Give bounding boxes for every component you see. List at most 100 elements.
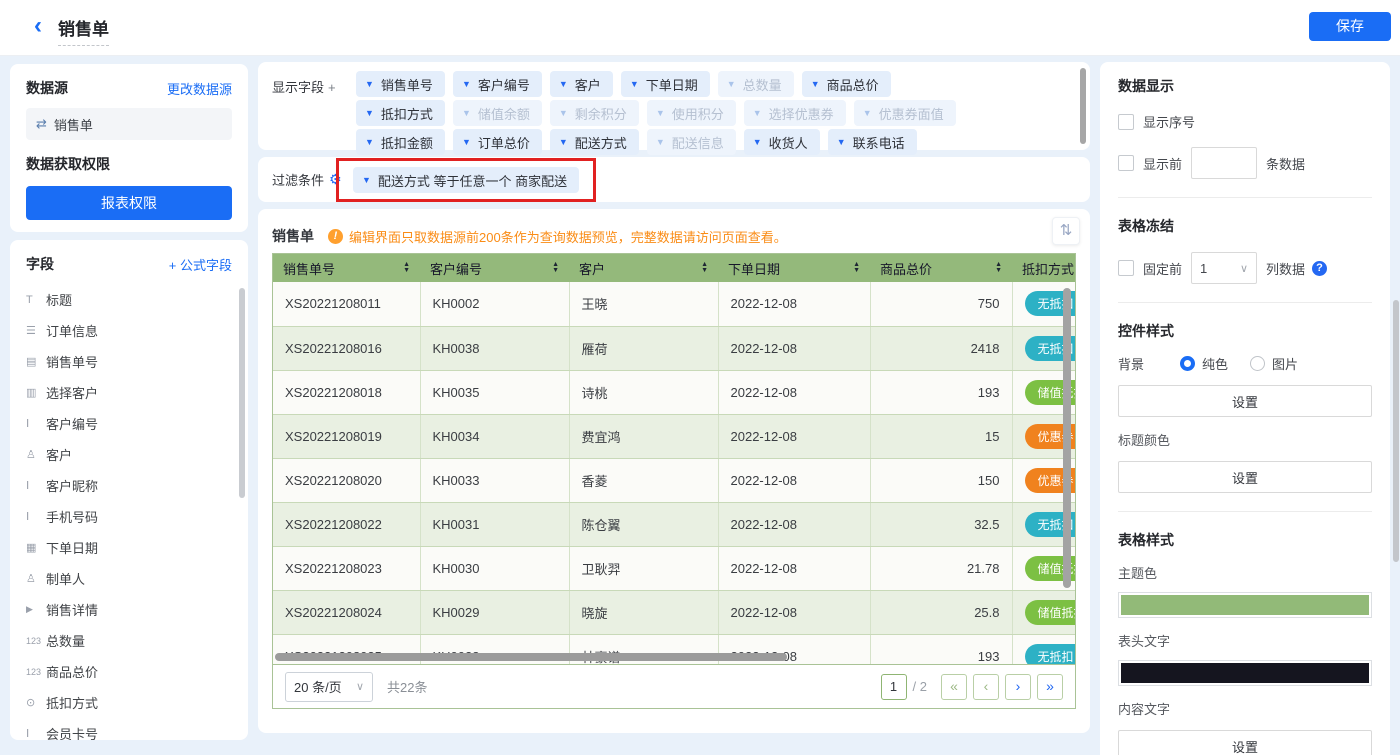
field-chip[interactable]: 联系电话 — [828, 129, 917, 155]
field-item-title[interactable]: T标题 — [26, 284, 232, 315]
page-title[interactable]: 销售单 — [58, 15, 109, 46]
field-chip[interactable]: 储值余额 — [453, 100, 542, 126]
field-list: T标题 ☰订单信息 ▤销售单号 ▥选择客户 Ⅰ客户编号 ♙客户 Ⅰ客户昵称 Ⅰ手… — [26, 284, 232, 740]
field-chip[interactable]: 商品总价 — [802, 71, 891, 97]
field-item-order-info[interactable]: ☰订单信息 — [26, 315, 232, 346]
theme-color-swatch[interactable] — [1118, 592, 1372, 618]
field-chip[interactable]: 总数量 — [718, 71, 794, 97]
cell-total: 25.8 — [870, 590, 1012, 634]
freeze-prefix-label: 固定前 — [1143, 259, 1182, 278]
field-item-order-date[interactable]: ▦下单日期 — [26, 532, 232, 563]
add-field-button[interactable]: + — [328, 80, 336, 95]
prev-page-button[interactable] — [973, 674, 999, 700]
field-item-sale-detail[interactable]: ▶销售详情 — [26, 594, 232, 625]
field-chip[interactable]: 下单日期 — [621, 71, 710, 97]
sort-icon[interactable] — [701, 262, 708, 274]
filter-condition-chip[interactable]: 配送方式 等于任意一个 商家配送 — [353, 167, 579, 193]
filter-highlight-box: 配送方式 等于任意一个 商家配送 — [336, 158, 596, 202]
datasource-item[interactable]: 销售单 — [26, 108, 232, 140]
cell-customer-no: KH0038 — [420, 326, 569, 370]
fields-scrollbar[interactable] — [239, 288, 245, 498]
table-horizontal-scrollbar[interactable] — [275, 653, 787, 661]
field-chip[interactable]: 客户编号 — [453, 71, 542, 97]
field-item-member-card[interactable]: Ⅰ会员卡号 — [26, 718, 232, 740]
warning-text: 编辑界面只取数据源前200条作为查询数据预览，完整数据请访问页面查看。 — [349, 227, 787, 246]
field-item-select-customer[interactable]: ▥选择客户 — [26, 377, 232, 408]
table-vertical-scrollbar[interactable] — [1063, 288, 1071, 588]
cell-customer-no: KH0034 — [420, 414, 569, 458]
chip-label: 使用积分 — [672, 104, 724, 123]
field-chip[interactable]: 配送方式 — [550, 129, 639, 155]
page-size-select[interactable]: 20 条/页 — [285, 672, 373, 702]
column-header[interactable]: 商品总价 — [870, 254, 1012, 282]
calendar-icon: ▦ — [26, 541, 46, 554]
field-chip[interactable]: 使用积分 — [647, 100, 736, 126]
field-chip[interactable]: 配送信息 — [647, 129, 736, 155]
field-item-order-no[interactable]: ▤销售单号 — [26, 346, 232, 377]
back-icon[interactable] — [26, 13, 50, 41]
field-chip[interactable]: 抵扣方式 — [356, 100, 445, 126]
field-chip[interactable]: 剩余积分 — [550, 100, 639, 126]
field-chip[interactable]: 优惠券面值 — [854, 100, 956, 126]
column-header[interactable]: 客户 — [569, 254, 718, 282]
panel-scrollbar[interactable] — [1393, 300, 1399, 562]
chip-label: 联系电话 — [853, 133, 905, 152]
image-radio[interactable] — [1250, 356, 1265, 371]
field-chip[interactable]: 抵扣金额 — [356, 129, 445, 155]
field-item-creator[interactable]: ♙制单人 — [26, 563, 232, 594]
last-page-button[interactable] — [1037, 674, 1063, 700]
column-header[interactable]: 销售单号 — [273, 254, 420, 282]
sort-icon[interactable] — [403, 262, 410, 274]
field-item-goods-total[interactable]: 123商品总价 — [26, 656, 232, 687]
save-button[interactable]: 保存 — [1309, 12, 1391, 41]
cell-customer: 晓旋 — [569, 590, 718, 634]
field-chip[interactable]: 订单总价 — [453, 129, 542, 155]
field-item-deduct-type[interactable]: ⊙抵扣方式 — [26, 687, 232, 718]
sort-order-button[interactable] — [1052, 217, 1080, 245]
header-text-swatch[interactable] — [1118, 660, 1372, 686]
sort-icon[interactable] — [995, 262, 1002, 274]
settings-panel: 数据显示 显示序号 显示前 条数据 表格冻结 固定前 1 列数据 控件样式 背景… — [1100, 62, 1390, 755]
field-item-phone[interactable]: Ⅰ手机号码 — [26, 501, 232, 532]
field-item-total-qty[interactable]: 123总数量 — [26, 625, 232, 656]
field-chip[interactable]: 销售单号 — [356, 71, 445, 97]
field-item-customer-no[interactable]: Ⅰ客户编号 — [26, 408, 232, 439]
chevron-down-icon — [630, 79, 639, 89]
content-text-set-button[interactable]: 设置 — [1118, 730, 1372, 755]
datasource-card: 数据源 更改数据源 销售单 数据获取权限 报表权限 — [10, 64, 248, 232]
report-permission-button[interactable]: 报表权限 — [26, 186, 232, 220]
pagination-bar: 20 条/页 共22条 1 / 2 — [273, 664, 1075, 708]
field-chip[interactable]: 客户 — [550, 71, 613, 97]
title-color-set-button[interactable]: 设置 — [1118, 461, 1372, 493]
chip-label: 下单日期 — [646, 75, 698, 94]
field-item-customer[interactable]: ♙客户 — [26, 439, 232, 470]
chip-label: 剩余积分 — [575, 104, 627, 123]
cell-date: 2022-12-08 — [718, 326, 870, 370]
change-datasource-link[interactable]: 更改数据源 — [167, 79, 232, 98]
current-page-box[interactable]: 1 — [881, 674, 907, 700]
display-fields-scrollbar[interactable] — [1080, 68, 1086, 144]
help-icon[interactable] — [1312, 261, 1327, 276]
column-header[interactable]: 客户编号 — [420, 254, 569, 282]
first-page-button[interactable] — [941, 674, 967, 700]
next-page-button[interactable] — [1005, 674, 1031, 700]
column-header[interactable]: 下单日期 — [718, 254, 870, 282]
table-row: XS20221208020KH0033香菱2022-12-08150优惠券 — [273, 458, 1075, 502]
sort-icon[interactable] — [552, 262, 559, 274]
field-item-nickname[interactable]: Ⅰ客户昵称 — [26, 470, 232, 501]
background-set-button[interactable]: 设置 — [1118, 385, 1372, 417]
page-of-total: / 2 — [913, 679, 927, 694]
deduct-badge: 储值抵扣 — [1025, 600, 1076, 625]
add-formula-field-link[interactable]: + 公式字段 — [169, 255, 232, 274]
solid-color-radio[interactable] — [1180, 356, 1195, 371]
sort-icon[interactable] — [853, 262, 860, 274]
column-label: 客户编号 — [430, 259, 482, 278]
field-chip[interactable]: 收货人 — [744, 129, 820, 155]
show-first-checkbox[interactable] — [1118, 155, 1134, 171]
freeze-count-select[interactable]: 1 — [1191, 252, 1257, 284]
show-index-checkbox[interactable] — [1118, 114, 1134, 130]
show-first-count-input[interactable] — [1191, 147, 1257, 179]
field-chip[interactable]: 选择优惠券 — [744, 100, 846, 126]
column-header[interactable]: 抵扣方式 — [1012, 254, 1075, 282]
freeze-checkbox[interactable] — [1118, 260, 1134, 276]
